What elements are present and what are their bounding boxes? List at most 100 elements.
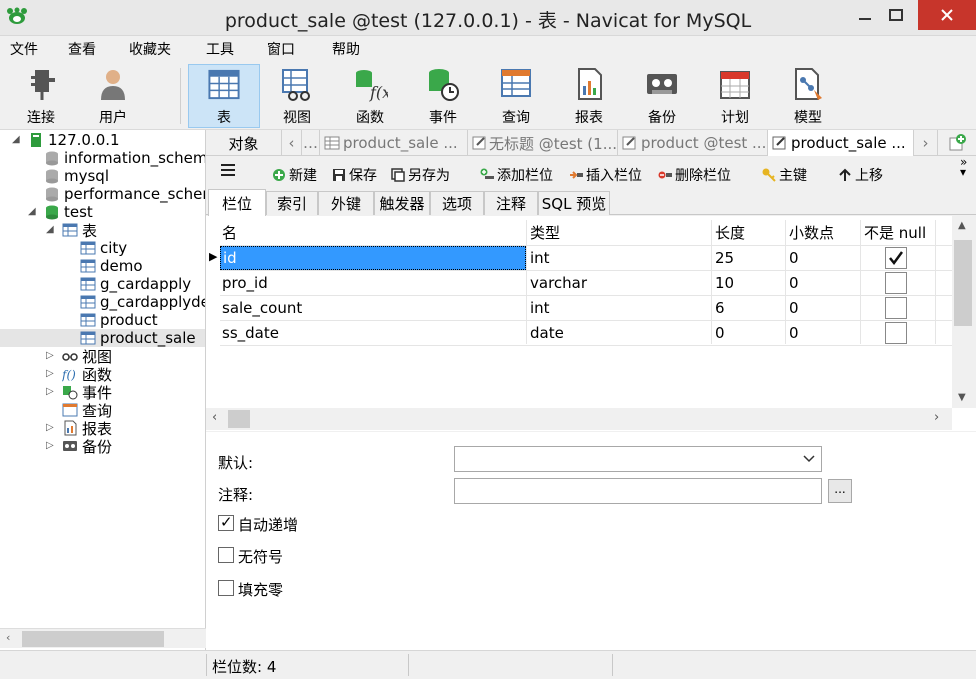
menu-tools[interactable]: 工具	[206, 39, 234, 59]
maximize-button[interactable]	[874, 0, 918, 30]
backup-button[interactable]: 备份	[626, 64, 698, 128]
expand-arrow-icon[interactable]: ▷	[46, 386, 54, 397]
tab-fields[interactable]: 栏位	[208, 189, 266, 216]
tree-tables-folder[interactable]: 表	[62, 221, 97, 240]
scroll-left-icon[interactable]: ‹	[6, 631, 10, 644]
not-null-checkbox[interactable]	[885, 247, 907, 269]
new-tab-button[interactable]	[938, 130, 976, 156]
tab-options[interactable]: 选项	[430, 191, 484, 215]
collapse-arrow-icon[interactable]: ◢	[46, 224, 54, 235]
cell-length[interactable]: 10	[715, 271, 734, 295]
delete-field-button[interactable]: 删除栏位	[658, 165, 731, 185]
col-header-type[interactable]: 类型	[530, 220, 560, 244]
scroll-thumb[interactable]	[22, 631, 164, 647]
menu-window[interactable]: 窗口	[267, 39, 295, 59]
collapse-arrow-icon[interactable]: ◢	[28, 206, 36, 217]
expand-arrow-icon[interactable]: ▷	[46, 422, 54, 433]
tree-db-test[interactable]: test	[44, 203, 93, 221]
tree-reports-folder[interactable]: 报表	[62, 419, 112, 438]
query-button[interactable]: 查询	[480, 64, 552, 128]
expand-arrow-icon[interactable]: ▷	[46, 440, 54, 451]
tab-objects[interactable]: 对象	[206, 130, 282, 156]
menu-help[interactable]: 帮助	[332, 39, 360, 59]
add-field-button[interactable]: 添加栏位	[480, 165, 553, 185]
scroll-up-icon[interactable]: ▲	[958, 220, 966, 231]
cell-type[interactable]: varchar	[530, 271, 587, 295]
expand-arrow-icon[interactable]: ▷	[46, 368, 54, 379]
hamburger-menu-button[interactable]	[220, 163, 236, 177]
expand-arrow-icon[interactable]: ▷	[46, 350, 54, 361]
table-button[interactable]: 表	[188, 64, 260, 128]
close-button[interactable]	[918, 0, 976, 30]
col-header-length[interactable]: 长度	[715, 220, 745, 244]
comment-field[interactable]	[454, 478, 822, 504]
grid-vertical-scrollbar[interactable]: ▲ ▼	[952, 216, 976, 408]
tab-overflow[interactable]: …	[302, 130, 320, 156]
default-select[interactable]	[454, 446, 822, 472]
tab-comments[interactable]: 注释	[484, 191, 538, 215]
tree-db-mysql[interactable]: mysql	[44, 167, 109, 185]
grid-horizontal-scrollbar[interactable]: ‹ ›	[206, 408, 952, 430]
col-header-name[interactable]: 名	[222, 220, 237, 244]
tree-server[interactable]: 127.0.0.1	[28, 131, 120, 149]
col-header-decimals[interactable]: 小数点	[789, 220, 834, 244]
tree-events-folder[interactable]: 事件	[62, 383, 112, 402]
tab-untitled-query[interactable]: 无标题 @test (1...	[468, 130, 618, 156]
unsigned-checkbox[interactable]	[218, 547, 234, 563]
scroll-left-icon[interactable]: ‹	[212, 410, 217, 425]
tab-product[interactable]: product @test ...	[618, 130, 768, 156]
tree-views-folder[interactable]: 视图	[62, 347, 112, 366]
cell-name[interactable]: id	[220, 246, 526, 270]
col-header-not-null[interactable]: 不是 null	[864, 220, 926, 244]
cell-decimals[interactable]: 0	[789, 296, 799, 320]
cell-length[interactable]: 25	[715, 246, 734, 270]
tab-foreign-keys[interactable]: 外键	[318, 191, 374, 215]
tab-product-sale-1[interactable]: product_sale ...	[320, 130, 468, 156]
auto-increment-checkbox[interactable]	[218, 513, 234, 531]
menu-favorites[interactable]: 收藏夹	[129, 39, 171, 59]
tree-table-product-sale[interactable]: product_sale	[0, 329, 205, 347]
cell-length[interactable]: 0	[715, 321, 725, 345]
not-null-checkbox[interactable]	[885, 297, 907, 319]
tab-sql-preview[interactable]: SQL 预览	[538, 191, 610, 215]
cell-type[interactable]: int	[530, 246, 550, 270]
tree-backups-folder[interactable]: 备份	[62, 437, 112, 456]
tree-table-demo[interactable]: demo	[80, 257, 143, 275]
not-null-checkbox[interactable]	[885, 322, 907, 344]
function-button[interactable]: f(x) 函数	[334, 64, 406, 128]
save-button[interactable]: 保存	[332, 165, 377, 185]
cell-decimals[interactable]: 0	[789, 246, 799, 270]
menu-file[interactable]: 文件	[10, 39, 38, 59]
cell-decimals[interactable]: 0	[789, 271, 799, 295]
move-up-button[interactable]: 上移	[838, 165, 883, 185]
cell-name[interactable]: sale_count	[222, 296, 302, 320]
cell-name[interactable]: ss_date	[222, 321, 279, 345]
tab-triggers[interactable]: 触发器	[374, 191, 430, 215]
save-as-button[interactable]: 另存为	[391, 165, 450, 185]
not-null-checkbox[interactable]	[885, 272, 907, 294]
menu-view[interactable]: 查看	[68, 39, 96, 59]
zerofill-checkbox[interactable]	[218, 580, 234, 596]
comment-editor-button[interactable]: ...	[828, 479, 852, 503]
collapse-arrow-icon[interactable]: ◢	[12, 134, 20, 145]
tree-table-city[interactable]: city	[80, 239, 127, 257]
report-button[interactable]: 报表	[553, 64, 625, 128]
view-button[interactable]: 视图	[261, 64, 333, 128]
tree-horizontal-scrollbar[interactable]: ‹	[0, 628, 206, 648]
primary-key-button[interactable]: 主键	[762, 165, 807, 185]
tab-scroll-right-button[interactable]: ›	[914, 130, 938, 156]
insert-field-button[interactable]: 插入栏位	[569, 165, 642, 185]
tree-table-g-cardapply[interactable]: g_cardapply	[80, 275, 191, 293]
scroll-right-icon[interactable]: ›	[934, 410, 939, 425]
tree-table-g-cardapplydetail[interactable]: g_cardapplydetail	[80, 293, 205, 311]
toolbar-overflow-button[interactable]: » ▾	[960, 156, 967, 178]
scroll-thumb[interactable]	[954, 240, 972, 326]
tab-scroll-left-button[interactable]: ‹	[282, 130, 302, 156]
schedule-button[interactable]: 计划	[699, 64, 771, 128]
tree-db-information-schema[interactable]: information_schema	[44, 149, 205, 167]
cell-type[interactable]: date	[530, 321, 564, 345]
model-button[interactable]: 模型	[772, 64, 844, 128]
connect-button[interactable]: 连接	[5, 64, 77, 128]
tree-table-product[interactable]: product	[80, 311, 158, 329]
cell-decimals[interactable]: 0	[789, 321, 799, 345]
